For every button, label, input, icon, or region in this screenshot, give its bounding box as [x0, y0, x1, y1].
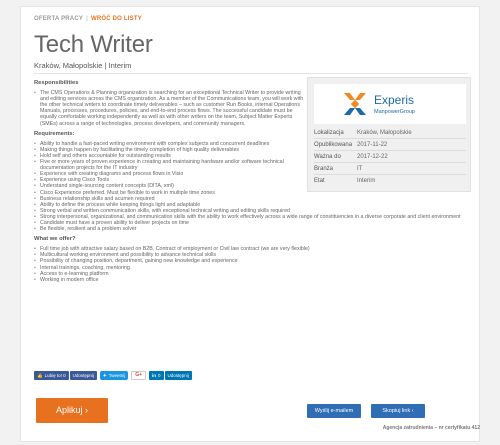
- apply-label: Aplikuj: [55, 405, 83, 415]
- linkedin-share-label: Udostępnij: [167, 373, 189, 378]
- offer-heading: What we offer?: [34, 236, 76, 243]
- facebook-share-label: Udostępnij: [72, 373, 94, 378]
- details-row-location: Lokalizacja Kraków, Małopolskie: [314, 127, 466, 139]
- list-item: Be flexible, resilient and a problem sol…: [34, 226, 468, 232]
- details-row-industry: Branża IT: [314, 163, 466, 175]
- company-logo-subtitle: ManpowerGroup: [374, 109, 415, 115]
- details-key: Ważna do: [314, 154, 341, 160]
- experis-x-icon: [344, 93, 366, 115]
- facebook-like-label: Lubię to! 0: [44, 373, 66, 378]
- copy-link-label: Skopiuj link: [382, 408, 411, 414]
- send-email-button[interactable]: Wyślij e-mailem: [307, 404, 361, 418]
- details-key: Branża: [314, 166, 334, 172]
- responsibilities-list: The CMS Operations & Planning organizati…: [34, 90, 306, 127]
- list-item: Five or more years of proven experience …: [34, 159, 306, 171]
- chevron-right-icon: ›: [85, 405, 89, 415]
- breadcrumb-offer: OFERTA PRACY: [34, 16, 84, 22]
- twitter-bird-icon: ✦: [102, 373, 107, 378]
- job-details-box: Experis ManpowerGroup Lokalizacja Kraków…: [307, 77, 471, 192]
- company-logo: Experis ManpowerGroup: [314, 84, 466, 124]
- details-value: IT: [357, 166, 363, 172]
- details-value: 2017-12-22: [357, 154, 388, 160]
- thumbs-up-icon: 👍: [37, 373, 43, 378]
- job-offer-card: OFERTA PRACY | WRÓĆ DO LISTY Tech Writer K…: [20, 6, 480, 442]
- details-value: Interim: [357, 178, 376, 184]
- details-key: Lokalizacja: [314, 130, 344, 136]
- certificate-number: 412: [471, 425, 480, 431]
- details-value: 2017-11-22: [357, 142, 388, 148]
- back-to-list-link[interactable]: WRÓĆ DO LISTY: [91, 16, 142, 22]
- tweet-label: Tweetnij: [108, 373, 126, 378]
- certificate-footer: Agencja zatrudnienia – nr certyfikatu 41…: [383, 425, 480, 431]
- linkedin-button[interactable]: in 0: [149, 371, 164, 380]
- linkedin-share-button[interactable]: Udostępnij: [164, 371, 192, 380]
- linkedin-icon: in: [152, 373, 157, 378]
- certificate-label: Agencja zatrudnienia – nr certyfikatu: [382, 425, 471, 431]
- list-item: The CMS Operations & Planning organizati…: [34, 90, 306, 127]
- job-subtitle: Kraków, Małopolskie | Interim: [34, 61, 132, 70]
- job-details-table: Lokalizacja Kraków, Małopolskie Opubliko…: [314, 127, 466, 187]
- chevron-left-icon: ‹: [411, 408, 414, 414]
- tweet-button[interactable]: ✦ Tweetnij: [99, 371, 129, 380]
- company-logo-word: Experis: [374, 93, 415, 107]
- details-row-published: Opublikowana 2017-11-22: [314, 139, 466, 151]
- google-plus-button[interactable]: G+: [131, 371, 147, 380]
- facebook-like-button[interactable]: 👍 Lubię to! 0: [34, 371, 69, 380]
- offer-list: Full time job with attractive salary bas…: [34, 246, 468, 283]
- breadcrumb: OFERTA PRACY | WRÓĆ DO LISTY: [34, 16, 142, 22]
- details-row-employment: Etat Interim: [314, 175, 466, 187]
- linkedin-count: 0: [158, 373, 161, 378]
- details-key: Etat: [314, 178, 325, 184]
- social-share-bar: 👍 Lubię to! 0 Udostępnij ✦ Tweetnij G+ i…: [34, 371, 192, 380]
- facebook-share-button[interactable]: Udostępnij: [69, 371, 97, 380]
- details-value: Kraków, Małopolskie: [357, 130, 412, 136]
- page-title: Tech Writer: [34, 31, 153, 58]
- breadcrumb-separator: |: [86, 16, 88, 22]
- apply-button[interactable]: Aplikuj ›: [36, 398, 108, 423]
- details-key: Opublikowana: [314, 142, 353, 148]
- details-row-valid-until: Ważna do 2017-12-22: [314, 151, 466, 163]
- divider: [34, 73, 468, 74]
- google-plus-label: G+: [135, 372, 143, 378]
- copy-link-button[interactable]: Skopiuj link ‹: [371, 404, 425, 418]
- list-item: Working in modern office: [34, 277, 468, 283]
